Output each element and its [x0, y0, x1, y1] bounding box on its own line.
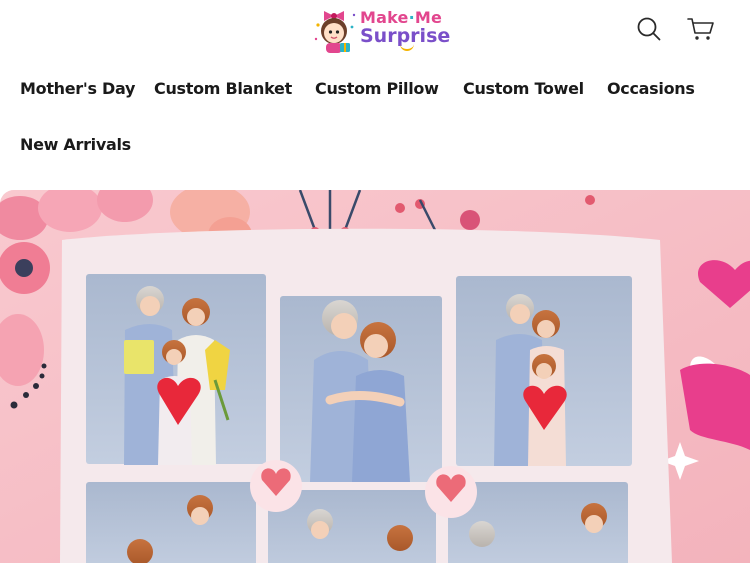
nav-item-occasions[interactable]: Occasions	[607, 79, 695, 98]
logo-smile-icon	[400, 44, 414, 51]
brand-logo[interactable]: Make·Me Surprise	[312, 4, 450, 56]
search-icon	[637, 17, 661, 41]
nav-item-custom-blanket[interactable]: Custom Blanket	[154, 79, 292, 98]
hero-banner[interactable]	[0, 190, 750, 563]
nav-item-mothers-day[interactable]: Mother's Day	[20, 79, 135, 98]
nav-item-custom-towel[interactable]: Custom Towel	[463, 79, 584, 98]
cart-button[interactable]	[686, 14, 716, 44]
logo-word-me: Me	[414, 7, 443, 27]
logo-word-make: Make	[360, 7, 409, 27]
cart-icon	[687, 18, 714, 40]
logo-line-2: Surprise	[360, 24, 451, 47]
photo-blanket	[60, 228, 672, 563]
search-button[interactable]	[634, 14, 664, 44]
site-header: Make·Me Surprise	[0, 0, 750, 60]
logo-mascot-icon	[312, 5, 358, 55]
nav-item-custom-pillow[interactable]: Custom Pillow	[315, 79, 439, 98]
nav-item-new-arrivals[interactable]: New Arrivals	[20, 135, 131, 154]
logo-line-1: Make·Me	[360, 7, 450, 27]
logo-wordmark: Make·Me Surprise	[360, 7, 451, 51]
main-nav: Mother's Day Custom Blanket Custom Pillo…	[0, 62, 750, 182]
hero-image	[0, 190, 750, 563]
